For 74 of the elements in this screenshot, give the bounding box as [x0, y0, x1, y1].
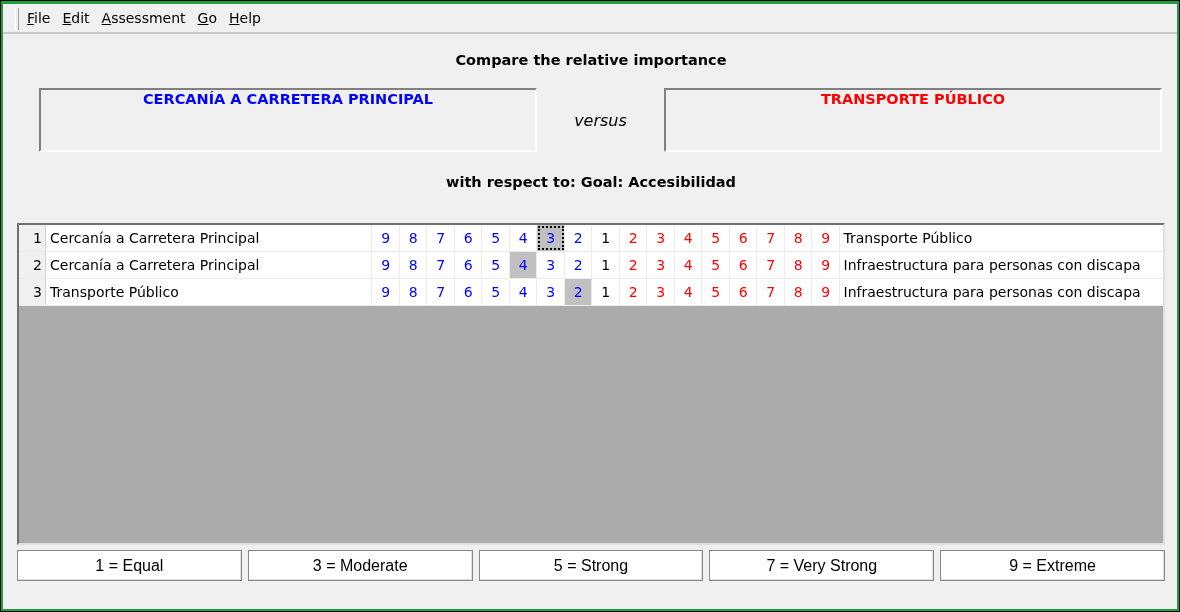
scale-cell[interactable]: 2 [564, 279, 592, 305]
scale-cell[interactable]: 2 [619, 252, 647, 278]
scale-cell[interactable]: 8 [399, 225, 427, 251]
scale-cell[interactable]: 7 [757, 252, 785, 278]
scale-cell[interactable]: 4 [674, 252, 702, 278]
left-criterion-cell: Cercanía a Carretera Principal [46, 225, 372, 251]
scale-cell[interactable]: 3 [537, 225, 565, 251]
scale-cell[interactable]: 5 [702, 225, 730, 251]
scale-cell[interactable]: 5 [702, 252, 730, 278]
scale-cell[interactable]: 7 [427, 225, 455, 251]
scale-cell[interactable]: 4 [509, 279, 537, 305]
right-criterion-cell-text: Infraestructura para personas con discapa [842, 256, 1142, 275]
scale-cell[interactable]: 5 [702, 279, 730, 305]
menu-item[interactable]: File [25, 10, 53, 26]
scale-cell[interactable]: 6 [454, 279, 482, 305]
scale-cell[interactable]: 4 [674, 279, 702, 305]
scale-cell[interactable]: 4 [674, 225, 702, 251]
row-number: 3 [19, 279, 46, 305]
left-element-box: CERCANÍA A CARRETERA PRINCIPAL [39, 88, 537, 152]
scale-cell[interactable]: 9 [372, 225, 400, 251]
scale-cell[interactable]: 7 [427, 279, 455, 305]
menu-item[interactable]: Help [227, 10, 263, 26]
scale-cell[interactable]: 6 [454, 252, 482, 278]
scale-cell[interactable]: 9 [812, 279, 840, 305]
scale-cell[interactable]: 8 [399, 252, 427, 278]
scale-cell[interactable]: 5 [482, 279, 510, 305]
respect-label: with respect to: Goal: Accesibilidad [445, 174, 737, 190]
versus-label: versus [573, 110, 628, 130]
scale-legend-button[interactable]: 7 = Very Strong [709, 550, 935, 581]
menu-item[interactable]: Edit [60, 10, 92, 26]
scale-cell[interactable]: 1 [592, 252, 620, 278]
scale-cell[interactable]: 3 [537, 252, 565, 278]
row-number: 1 [19, 225, 46, 251]
scale-cell[interactable]: 2 [564, 252, 592, 278]
scale-legend-button[interactable]: 3 = Moderate [247, 550, 473, 581]
scale-cell[interactable]: 9 [812, 225, 840, 251]
row-number: 2 [19, 252, 46, 278]
scale-legend-button[interactable]: 5 = Strong [478, 550, 704, 581]
scale-cell[interactable]: 8 [784, 225, 812, 251]
right-criterion-cell-text: Infraestructura para personas con discapa [842, 283, 1142, 302]
scale-legend-button[interactable]: 9 = Extreme [940, 550, 1165, 581]
scale-cell[interactable]: 6 [729, 252, 757, 278]
scale-cell[interactable]: 3 [647, 225, 675, 251]
scale-cell[interactable]: 8 [784, 252, 812, 278]
scale-cell[interactable]: 8 [784, 279, 812, 305]
scale-cell[interactable]: 4 [509, 252, 537, 278]
scale-cell[interactable]: 3 [647, 252, 675, 278]
menu-item[interactable]: Assessment [99, 10, 188, 26]
scale-legend-button[interactable]: 1 = Equal [17, 550, 242, 581]
scale-cell[interactable]: 7 [757, 225, 785, 251]
scale-cell[interactable]: 5 [482, 225, 510, 251]
scale-cell[interactable]: 6 [454, 225, 482, 251]
scale-cell[interactable]: 6 [729, 279, 757, 305]
scale-cell[interactable]: 2 [619, 225, 647, 251]
scale-cell[interactable]: 2 [619, 279, 647, 305]
scale-cell[interactable]: 9 [812, 252, 840, 278]
scale-cell[interactable]: 3 [647, 279, 675, 305]
left-criterion-cell: Cercanía a Carretera Principal [46, 252, 372, 278]
scale-cell[interactable]: 3 [537, 279, 565, 305]
menu-item[interactable]: Go [195, 10, 219, 26]
scale-cell[interactable]: 9 [372, 252, 400, 278]
scale-cell[interactable]: 6 [729, 225, 757, 251]
scale-cell[interactable]: 9 [372, 279, 400, 305]
left-criterion-cell: Transporte Público [46, 279, 372, 305]
scale-cell[interactable]: 7 [427, 252, 455, 278]
right-criterion-cell-text: Transporte Público [842, 229, 974, 248]
scale-cell[interactable]: 1 [592, 225, 620, 251]
scale-cell[interactable]: 1 [592, 279, 620, 305]
right-element-box: TRANSPORTE PÚBLICO [664, 88, 1162, 152]
scale-cell[interactable]: 2 [564, 225, 592, 251]
scale-cell[interactable]: 5 [482, 252, 510, 278]
scale-cell[interactable]: 8 [399, 279, 427, 305]
compare-heading: Compare the relative importance [454, 52, 728, 68]
scale-cell[interactable]: 7 [757, 279, 785, 305]
